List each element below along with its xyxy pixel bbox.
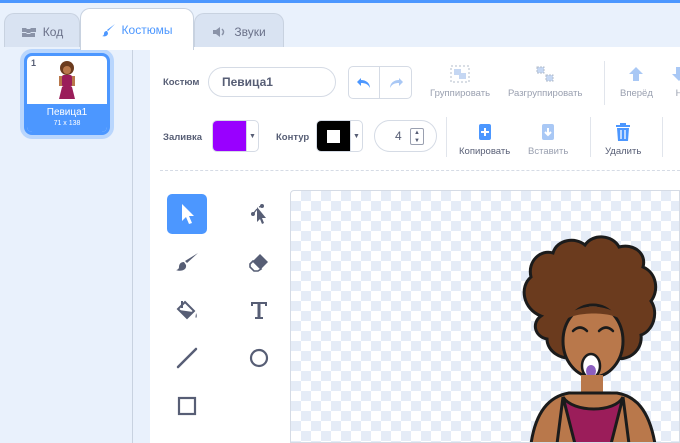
costume-name-input[interactable]: Певица1 bbox=[208, 67, 336, 97]
backward-label: Н bbox=[675, 88, 680, 99]
redo-icon bbox=[389, 77, 403, 88]
undo-button[interactable] bbox=[349, 67, 381, 98]
speaker-icon bbox=[212, 26, 228, 38]
group-label: Группировать bbox=[430, 88, 491, 99]
costume-label: Костюм bbox=[163, 77, 200, 88]
circle-icon bbox=[249, 348, 269, 368]
ungroup-icon bbox=[534, 63, 556, 85]
tab-costumes-label: Костюмы bbox=[121, 22, 173, 37]
costume-tile[interactable]: 1 Певица1 71 x 138 bbox=[24, 53, 110, 135]
trash-icon bbox=[614, 121, 632, 143]
reshape-arrow-icon bbox=[251, 204, 266, 224]
line-tool[interactable] bbox=[167, 338, 207, 378]
tab-sounds[interactable]: Звуки bbox=[194, 13, 284, 49]
undo-redo-group bbox=[348, 66, 412, 99]
outline-width-input[interactable]: 4 ▲ ▼ bbox=[374, 120, 437, 152]
eraser-tool[interactable] bbox=[239, 242, 279, 282]
paste-icon bbox=[540, 121, 556, 143]
brush-icon bbox=[101, 23, 116, 37]
costume-tile-footer: Певица1 71 x 138 bbox=[27, 104, 107, 132]
tab-code-label: Код bbox=[42, 24, 64, 39]
forward-button[interactable]: Вперёд bbox=[620, 63, 653, 99]
costume-list: 1 Певица1 71 x 138 bbox=[0, 47, 133, 443]
rectangle-tool[interactable] bbox=[167, 386, 207, 426]
redo-button[interactable] bbox=[380, 67, 411, 98]
backward-button[interactable]: Н bbox=[670, 63, 680, 99]
ungroup-label: Разгруппировать bbox=[508, 88, 583, 99]
eraser-icon bbox=[249, 254, 268, 272]
brush-tool[interactable] bbox=[167, 242, 207, 282]
ungroup-button[interactable]: Разгруппировать bbox=[508, 63, 582, 99]
costume-thumbnail bbox=[27, 56, 107, 104]
undo-icon bbox=[357, 77, 370, 88]
editor-tabs: Код Костюмы Звуки bbox=[0, 3, 680, 50]
outline-color-swatch bbox=[317, 121, 350, 151]
chevron-down-icon: ▼ bbox=[246, 121, 258, 151]
paint-bucket-icon bbox=[176, 300, 197, 320]
chevron-down-icon: ▼ bbox=[350, 121, 362, 151]
stepper-up-icon[interactable]: ▲ bbox=[411, 129, 423, 137]
tab-sounds-label: Звуки bbox=[234, 24, 266, 39]
arrow-down-icon bbox=[670, 63, 680, 85]
circle-tool[interactable] bbox=[239, 338, 279, 378]
code-blocks-icon bbox=[21, 26, 37, 38]
costume-tile-name: Певица1 bbox=[46, 107, 88, 118]
toolbar-separator bbox=[160, 170, 680, 171]
rectangle-icon bbox=[177, 396, 197, 416]
group-button[interactable]: Группировать bbox=[430, 63, 490, 99]
fill-color-swatch bbox=[213, 121, 246, 151]
outline-width-stepper[interactable]: ▲ ▼ bbox=[410, 128, 424, 145]
tab-code[interactable]: Код bbox=[4, 13, 80, 49]
costume-tile-size: 71 x 138 bbox=[53, 120, 81, 127]
line-icon bbox=[176, 347, 198, 369]
outline-color-picker[interactable]: ▼ bbox=[316, 120, 363, 152]
group-icon bbox=[449, 63, 471, 85]
text-t-icon bbox=[251, 302, 267, 319]
toolbar-divider bbox=[446, 117, 447, 157]
singer-costume-drawing bbox=[522, 235, 658, 442]
toolbar-divider bbox=[662, 117, 663, 157]
fill-color-picker[interactable]: ▼ bbox=[212, 120, 259, 152]
reshape-tool[interactable] bbox=[239, 194, 279, 234]
outline-width-value: 4 bbox=[395, 129, 402, 143]
forward-label: Вперёд bbox=[620, 88, 653, 99]
costume-index: 1 bbox=[31, 58, 37, 68]
brush-icon bbox=[176, 253, 198, 271]
fill-label: Заливка bbox=[163, 132, 202, 143]
delete-button[interactable]: Удалить bbox=[605, 121, 641, 157]
paste-button[interactable]: Вставить bbox=[528, 121, 568, 157]
copy-icon bbox=[477, 121, 493, 143]
fill-tool[interactable] bbox=[167, 290, 207, 330]
paste-label: Вставить bbox=[528, 146, 569, 157]
paint-editor: Костюм Певица1 Группировать Разгруппиров… bbox=[150, 47, 680, 443]
text-tool[interactable] bbox=[239, 290, 279, 330]
tab-costumes[interactable]: Костюмы bbox=[80, 8, 194, 50]
copy-button[interactable]: Копировать bbox=[459, 121, 510, 157]
toolbar-divider bbox=[590, 117, 591, 157]
arrow-up-icon bbox=[627, 63, 645, 85]
select-tool[interactable] bbox=[167, 194, 207, 234]
outline-label: Контур bbox=[276, 132, 310, 143]
delete-label: Удалить bbox=[605, 146, 642, 157]
paint-canvas[interactable] bbox=[290, 190, 680, 443]
copy-label: Копировать bbox=[459, 146, 511, 157]
pointer-arrow-icon bbox=[182, 204, 194, 224]
stepper-down-icon[interactable]: ▼ bbox=[411, 137, 423, 145]
toolbar-divider bbox=[604, 61, 605, 105]
